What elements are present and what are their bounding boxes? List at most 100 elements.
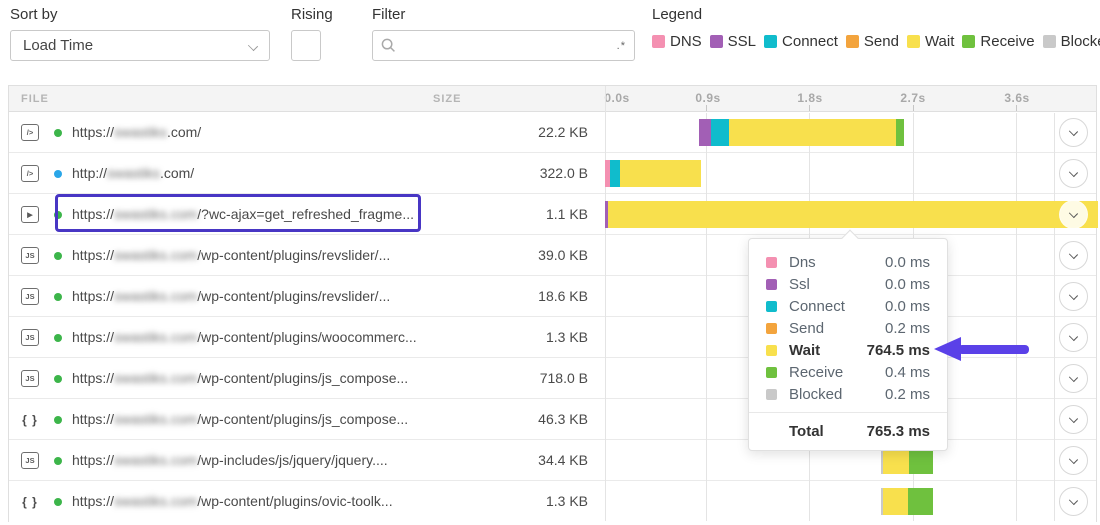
url-domain-blurred: swastiks.com [114,247,197,263]
url-domain-blurred: swastiks.com [114,411,197,427]
tooltip-metric-label: Send [789,320,885,337]
timing-segment-receive [896,119,904,146]
axis-tick-label: 1.8s [797,91,822,105]
table-row[interactable]: />https://swastiks.com/22.2 KB [9,112,1096,153]
legend-item-label: Connect [782,33,838,50]
chevron-down-icon [1069,168,1078,177]
expand-row-button[interactable] [1059,487,1088,516]
url-prefix: https:// [72,452,114,468]
sort-by-select[interactable]: Load Time [10,30,270,61]
file-url[interactable]: https://swastiks.com/ [72,124,201,140]
chevron-down-icon [1069,209,1078,218]
code-file-icon: /> [21,165,39,182]
tooltip-metric-value: 0.0 ms [885,276,930,293]
tooltip-metric-value: 0.2 ms [885,386,930,403]
file-url[interactable]: https://swastiks.com/wp-includes/js/jque… [72,452,388,468]
tooltip-metric-value: 0.0 ms [885,254,930,271]
tooltip-row-send: Send0.2 ms [749,317,947,339]
expand-row-button[interactable] [1059,118,1088,147]
file-url[interactable]: https://swastiks.com/wp-content/plugins/… [72,329,417,345]
tooltip-metric-label: Blocked [789,386,885,403]
ssl-swatch-icon [710,35,723,48]
ssl-swatch-icon [766,279,777,290]
receive-swatch-icon [766,367,777,378]
file-url[interactable]: https://swastiks.com/wp-content/plugins/… [72,370,408,386]
blocked-swatch-icon [1043,35,1056,48]
media-file-icon: ▶ [21,206,39,223]
timing-segment-receive [908,488,933,515]
file-url[interactable]: https://swastiks.com/wp-content/plugins/… [72,411,408,427]
chevron-down-icon [1069,250,1078,259]
axis-tick-mark [913,105,914,111]
js-file-icon: JS [21,288,39,305]
expand-row-button[interactable] [1059,405,1088,434]
tooltip-total-label: Total [789,423,867,440]
tooltip-row-wait: Wait764.5 ms [749,339,947,361]
expand-row-button[interactable] [1059,159,1088,188]
legend-item-ssl: SSL [710,33,756,50]
expand-row-button[interactable] [1059,282,1088,311]
chevron-down-icon [1069,455,1078,464]
status-dot-green [54,293,62,301]
axis-tick-mark [706,105,707,111]
tooltip-total-row: Total 765.3 ms [749,412,947,450]
file-url[interactable]: https://swastiks.com/wp-content/plugins/… [72,288,390,304]
legend-item-label: Receive [980,33,1034,50]
status-dot-green [54,211,62,219]
url-prefix: https:// [72,493,114,509]
receive-swatch-icon [962,35,975,48]
expand-row-button[interactable] [1059,364,1088,393]
timing-segment-wait [620,160,701,187]
regex-toggle-icon[interactable]: .* [617,41,626,51]
timing-bar [605,153,1098,194]
legend-item-connect: Connect [764,33,838,50]
timing-segment-connect [610,160,620,187]
timing-segment-wait [883,488,908,515]
expand-row-button[interactable] [1059,446,1088,475]
timing-segment-receive [909,447,933,474]
tooltip-row-ssl: Ssl0.0 ms [749,273,947,295]
table-row[interactable]: />http://swastiks.com/322.0 B [9,153,1096,194]
table-row[interactable]: { }https://swastiks.com/wp-content/plugi… [9,481,1096,522]
tooltip-row-blocked: Blocked0.2 ms [749,383,947,405]
file-size: 22.2 KB [538,124,588,140]
expand-row-button[interactable] [1059,200,1088,229]
legend-label: Legend [652,6,702,23]
timing-segment-connect [711,119,729,146]
url-domain-blurred: swastiks.com [114,288,197,304]
tooltip-metric-label: Ssl [789,276,885,293]
url-path: /wp-content/plugins/woocommerc... [197,329,416,345]
js-file-icon: JS [21,329,39,346]
send-swatch-icon [766,323,777,334]
url-path: /wp-includes/js/jquery/jquery.... [197,452,387,468]
url-prefix: https:// [72,288,114,304]
url-prefix: https:// [72,247,114,263]
axis-tick-label: 3.6s [1004,91,1029,105]
wait-swatch-icon [907,35,920,48]
filter-input[interactable] [402,38,617,54]
tooltip-metric-label: Connect [789,298,885,315]
chevron-down-icon [1069,496,1078,505]
expand-row-button[interactable] [1059,241,1088,270]
connect-swatch-icon [764,35,777,48]
braces-file-icon: { } [19,411,41,428]
dns-swatch-icon [766,257,777,268]
file-size: 46.3 KB [538,411,588,427]
rising-checkbox[interactable] [291,30,321,61]
timing-segment-wait [883,447,909,474]
dns-swatch-icon [652,35,665,48]
url-path: /wp-content/plugins/ovic-toolk... [197,493,392,509]
file-url[interactable]: https://swastiks.com/wp-content/plugins/… [72,493,393,509]
url-path: /wp-content/plugins/revslider/... [197,288,390,304]
file-url[interactable]: https://swastiks.com/?wc-ajax=get_refres… [72,206,414,222]
file-url[interactable]: https://swastiks.com/wp-content/plugins/… [72,247,390,263]
url-prefix: https:// [72,329,114,345]
legend-item-label: Wait [925,33,954,50]
tooltip-row-connect: Connect0.0 ms [749,295,947,317]
legend-item-receive: Receive [962,33,1034,50]
expand-row-button[interactable] [1059,323,1088,352]
file-size: 1.1 KB [546,206,588,222]
status-dot-green [54,416,62,424]
table-row[interactable]: ▶ https://swastiks.com/?wc-ajax=get_refre… [9,194,1096,235]
file-url[interactable]: http://swastiks.com/ [72,165,194,181]
